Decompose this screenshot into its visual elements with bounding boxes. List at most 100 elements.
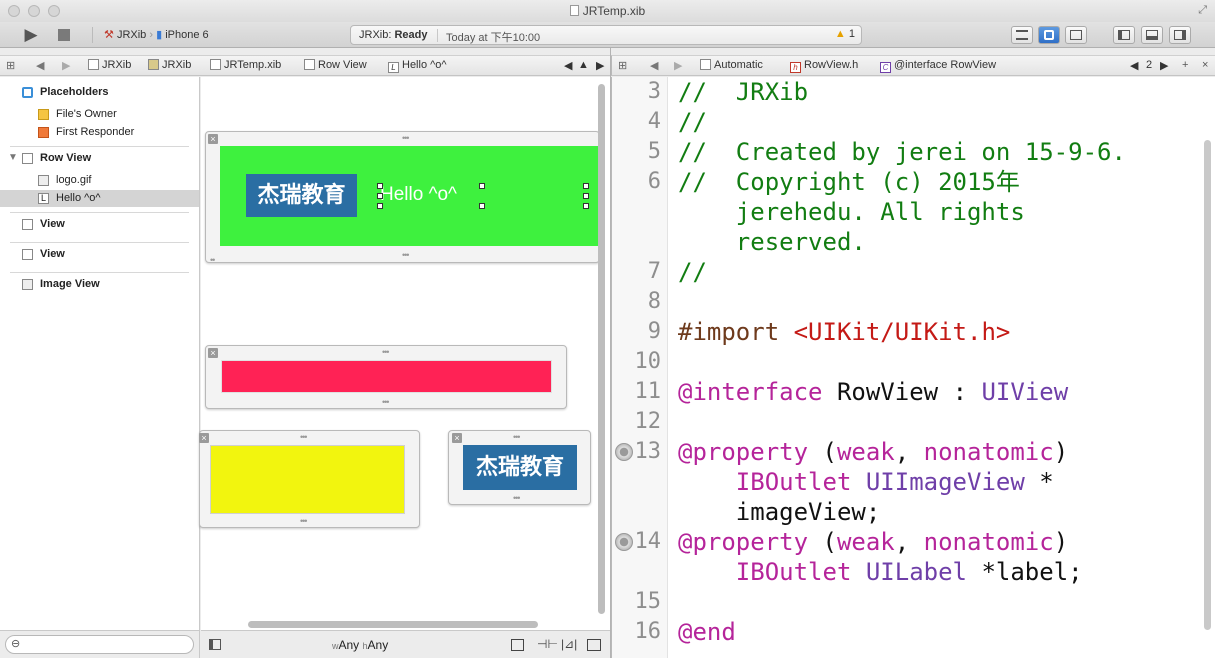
stack-icon[interactable] (511, 639, 524, 651)
jump-item-project[interactable]: JRXib (88, 59, 131, 71)
close-editor-icon[interactable]: × (1202, 59, 1208, 71)
version-editor-button[interactable] (1065, 26, 1087, 44)
code-line[interactable]: // Copyright (c) 2015年 (678, 167, 1020, 197)
code-line[interactable]: @end (678, 617, 736, 647)
logo-image-view[interactable]: 杰瑞教育 (246, 174, 357, 217)
next-counterpart-icon[interactable]: ▶ (1160, 59, 1168, 72)
fullscreen-icon[interactable]: ⤢ (1198, 4, 1207, 17)
red-view[interactable] (221, 360, 552, 393)
outline-row-view[interactable]: ▼ Row View (0, 150, 199, 167)
selection-handle[interactable] (377, 203, 383, 209)
forward-arrow-icon[interactable]: ▶ (62, 59, 70, 72)
row-view-frame[interactable]: × ••• ••• •• 杰瑞教育 Hello ^o^ (205, 131, 600, 265)
code-line[interactable]: IBOutlet UILabel *label; (678, 557, 1083, 587)
jump-item-label[interactable]: L Hello ^o^ (388, 59, 447, 73)
outline-placeholders-header[interactable]: Placeholders (0, 84, 199, 101)
close-scene-icon[interactable]: × (208, 134, 218, 144)
outline-logo-image[interactable]: logo.gif (0, 172, 199, 189)
hello-label[interactable]: Hello ^o^ (380, 184, 457, 206)
run-button[interactable]: ▶ (20, 25, 42, 45)
code-line[interactable]: // Created by jerei on 15-9-6. (678, 137, 1126, 167)
align-icon[interactable]: ⊣⊢ (537, 637, 558, 651)
outline-first-responder[interactable]: First Responder (0, 124, 199, 141)
jump-item-symbol[interactable]: C @interface RowView (880, 59, 996, 73)
code-line[interactable]: // (678, 257, 707, 287)
add-editor-icon[interactable]: + (1182, 59, 1188, 71)
line-number: 3 (647, 79, 661, 104)
code-line[interactable]: reserved. (678, 227, 866, 257)
keyword-token: weak (836, 528, 895, 556)
row-view[interactable]: 杰瑞教育 Hello ^o^ (220, 146, 600, 246)
pin-icon[interactable]: |⊿| (561, 637, 577, 651)
close-scene-icon[interactable]: × (208, 348, 218, 358)
resolve-issues-icon[interactable] (587, 639, 601, 651)
selection-handle[interactable] (583, 203, 589, 209)
outlet-connection-icon[interactable] (615, 533, 633, 551)
outline-hello-label[interactable]: L Hello ^o^ (0, 190, 199, 207)
related-items-icon[interactable]: ⊞ (618, 59, 627, 72)
code-line[interactable]: IBOutlet UIImageView * (678, 467, 1054, 497)
selection-handle[interactable] (377, 183, 383, 189)
toggle-debug-area-button[interactable] (1141, 26, 1163, 44)
outline-hello-label-text: Hello ^o^ (56, 192, 101, 204)
yellow-view[interactable] (210, 445, 405, 514)
document-outline: Placeholders File's Owner First Responde… (0, 77, 200, 630)
code-line[interactable]: // JRXib (678, 77, 808, 107)
warning-indicator[interactable]: ▲ 1 (835, 28, 855, 40)
scheme-selector[interactable]: ⚒ JRXib › ▮ iPhone 6 (104, 28, 209, 41)
assistant-editor-button[interactable] (1038, 26, 1060, 44)
red-view-frame[interactable]: × ••• ••• (205, 345, 567, 409)
code-line[interactable]: jerehedu. All rights (678, 197, 1025, 227)
yellow-view-frame[interactable]: × ••• ••• (199, 430, 420, 528)
forward-arrow-icon[interactable]: ▶ (674, 59, 682, 72)
code-line[interactable]: @property (weak, nonatomic) (678, 527, 1068, 557)
jump-item-header-file[interactable]: h RowView.h (790, 59, 858, 73)
outline-view-2[interactable]: View (0, 246, 199, 263)
code-line[interactable]: @property (weak, nonatomic) (678, 437, 1068, 467)
selection-handle[interactable] (479, 203, 485, 209)
canvas-horizontal-scrollbar[interactable] (248, 621, 538, 628)
jump-item-rowview[interactable]: Row View (304, 59, 367, 71)
next-issue-icon[interactable]: ▶ (596, 59, 604, 72)
selection-handle[interactable] (479, 183, 485, 189)
resize-dots-icon: ••• (382, 347, 390, 357)
close-scene-icon[interactable]: × (452, 433, 462, 443)
outline-image-view[interactable]: Image View (0, 276, 199, 293)
prev-issue-icon[interactable]: ◀ (564, 59, 572, 72)
image-view-frame[interactable]: × ••• ••• 杰瑞教育 (448, 430, 591, 505)
outline-separator (10, 272, 189, 273)
outline-filter-field[interactable]: ⊖ (5, 635, 194, 654)
stop-button[interactable] (56, 27, 72, 43)
code-line[interactable]: #import <UIKit/UIKit.h> (678, 317, 1010, 347)
code-line[interactable]: imageView; (678, 497, 881, 527)
jump-item-file[interactable]: JRTemp.xib (210, 59, 281, 71)
ib-canvas[interactable]: × ••• ••• •• 杰瑞教育 Hello ^o^ × ••• ••• × … (199, 77, 610, 630)
close-scene-icon[interactable]: × (199, 433, 209, 443)
code-line[interactable]: // (678, 107, 707, 137)
outline-view-1[interactable]: View (0, 216, 199, 233)
outlet-connection-icon[interactable] (615, 443, 633, 461)
source-editor[interactable]: 3 4 5 6 7 8 9 10 11 12 13 14 15 16 // JR… (611, 77, 1215, 658)
editor-vertical-scrollbar[interactable] (1204, 140, 1211, 630)
related-items-icon[interactable]: ⊞ (6, 59, 15, 72)
back-arrow-icon[interactable]: ◀ (650, 59, 658, 72)
standalone-image-view[interactable]: 杰瑞教育 (463, 445, 577, 490)
disclosure-triangle-icon[interactable]: ▼ (8, 152, 18, 163)
selection-handle[interactable] (377, 193, 383, 199)
jump-item-group[interactable]: JRXib (148, 59, 191, 71)
toggle-utilities-button[interactable] (1169, 26, 1191, 44)
prev-counterpart-icon[interactable]: ◀ (1130, 59, 1138, 72)
canvas-vertical-scrollbar[interactable] (598, 84, 605, 614)
code-line[interactable]: @interface RowView : UIView (678, 377, 1068, 407)
toggle-outline-icon[interactable] (209, 639, 221, 650)
toggle-navigator-button[interactable] (1113, 26, 1135, 44)
back-arrow-icon[interactable]: ◀ (36, 59, 44, 72)
warning-icon[interactable]: ▲ (578, 59, 589, 71)
assistant-mode-selector[interactable]: Automatic (700, 59, 763, 71)
size-class-control[interactable]: wAny hAny (332, 638, 388, 652)
selection-handle[interactable] (583, 183, 589, 189)
outline-files-owner[interactable]: File's Owner (0, 106, 199, 123)
selection-handle[interactable] (583, 193, 589, 199)
assistant-jump-bar: ⊞ ◀ ▶ Automatic h RowView.h C @interface R… (611, 55, 1215, 76)
standard-editor-button[interactable] (1011, 26, 1033, 44)
